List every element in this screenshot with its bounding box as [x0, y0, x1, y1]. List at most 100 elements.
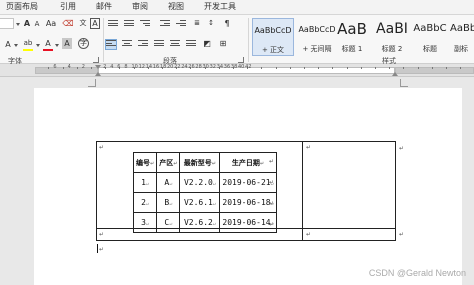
data-table[interactable]: 编号↵ 产区↵ 最新型号↵ 生产日期↵ 1↵ A↵ V2.2.0↵ 2019-0…: [132, 152, 277, 233]
ruler-tick: [76, 67, 78, 69]
style-normal[interactable]: AaBbCcD + 正文: [252, 18, 294, 56]
phonetic-guide-icon[interactable]: 文: [78, 18, 88, 29]
cell-end-mark: ↵: [212, 201, 216, 207]
header-text: 产区: [159, 158, 174, 167]
ruler-number: 6: [53, 64, 57, 70]
ruler-number: 38: [230, 64, 238, 70]
group-separator: [248, 18, 249, 62]
style-name: 标题 2: [381, 45, 403, 53]
table-cell[interactable]: V2.6.1↵: [179, 192, 221, 213]
style-heading-2[interactable]: AaBI 标题 2: [372, 18, 412, 56]
table-cell[interactable]: 3↵: [132, 212, 158, 233]
table-header-cell[interactable]: 最新型号↵: [179, 152, 221, 173]
numbering-icon[interactable]: [124, 20, 134, 29]
multilevel-list-icon[interactable]: [140, 20, 150, 29]
tab-mailings[interactable]: 邮件: [90, 0, 126, 14]
distributed-icon[interactable]: [170, 40, 180, 49]
highlight-button[interactable]: ab: [22, 38, 34, 49]
table-cell[interactable]: 2↵: [132, 192, 158, 213]
style-subtitle[interactable]: AaBbC 副标: [450, 18, 474, 56]
table-row: 1↵ A↵ V2.2.0↵ 2019-06-21↵: [132, 172, 277, 193]
bullets-icon[interactable]: [108, 20, 118, 29]
style-heading-1[interactable]: AaB 标题 1: [332, 18, 372, 56]
change-case-button[interactable]: Aa: [44, 18, 58, 29]
table-cell[interactable]: V2.6.2↵: [179, 212, 221, 233]
table-header-cell[interactable]: 生产日期↵: [219, 152, 277, 173]
paragraph-dialog-launcher-icon[interactable]: [238, 57, 244, 63]
clear-format-icon[interactable]: ⌫: [62, 18, 74, 29]
right-indent-marker[interactable]: [392, 72, 398, 76]
tab-view[interactable]: 视图: [162, 0, 198, 14]
table-cell[interactable]: B↵: [156, 192, 181, 213]
font-size-combo[interactable]: [0, 18, 14, 29]
enclose-characters-button[interactable]: 字: [78, 38, 89, 49]
first-line-indent-marker[interactable]: [95, 65, 101, 69]
table-cell[interactable]: A↵: [156, 172, 181, 193]
ruler-tick: [303, 67, 305, 69]
ruler-tick: [360, 67, 362, 69]
horizontal-ruler[interactable]: 6 4 2 2 4 6 8 10 12 14 16 18 20 22 24 26 28 30 32 34 36 38 40 4…: [0, 64, 474, 77]
table-header-cell[interactable]: 编号↵: [132, 152, 158, 173]
table-header-cell[interactable]: 产区↵: [156, 152, 181, 173]
sort-icon[interactable]: ↕: [206, 18, 216, 29]
cell-end-mark: ↵: [146, 221, 150, 227]
hanging-indent-marker[interactable]: [95, 72, 101, 76]
line-spacing-icon[interactable]: [186, 40, 196, 49]
font-color-dropdown-icon[interactable]: [55, 44, 59, 47]
grow-font-button[interactable]: A: [22, 18, 32, 29]
cell-end-mark: ↵: [169, 181, 173, 187]
shrink-font-button[interactable]: A: [33, 19, 41, 30]
table-cell[interactable]: 2019-06-14↵: [219, 212, 277, 233]
inner-row-end-mark: ↵: [269, 158, 275, 165]
tab-review[interactable]: 审阅: [126, 0, 162, 14]
increase-indent-icon[interactable]: [176, 20, 186, 29]
char-shading-button[interactable]: A: [62, 38, 72, 49]
cell-text: 2019-06-14: [222, 218, 271, 227]
borders-icon[interactable]: ⊞: [218, 38, 228, 49]
char-border-button[interactable]: A: [90, 18, 100, 29]
ribbon-tab-strip: 页面布局 引用 邮件 审阅 视图 开发工具: [0, 0, 474, 14]
text-effects-dropdown-icon[interactable]: [14, 44, 18, 47]
tab-developer[interactable]: 开发工具: [198, 0, 244, 14]
align-right-icon[interactable]: [138, 40, 148, 49]
ruler-number: 30: [202, 64, 209, 70]
ruler-number: 4: [110, 64, 114, 70]
font-size-dropdown-icon[interactable]: [16, 23, 20, 26]
highlight-dropdown-icon[interactable]: [36, 44, 40, 47]
cell-end-mark: ↵: [306, 144, 312, 151]
font-dialog-launcher-icon[interactable]: [93, 57, 99, 63]
tab-references[interactable]: 引用: [46, 0, 90, 14]
ruler-number: 28: [195, 64, 202, 70]
justify-icon[interactable]: [154, 40, 164, 49]
style-name: 标题: [423, 45, 437, 53]
table-cell[interactable]: 2019-06-21↵: [219, 172, 277, 193]
style-name: + 正文: [261, 46, 285, 54]
ruler-number: 14: [145, 64, 153, 70]
table-cell[interactable]: C↵: [156, 212, 181, 233]
table-cell[interactable]: 1↵: [132, 172, 158, 193]
tab-page-layout[interactable]: 页面布局: [0, 0, 46, 14]
align-center-icon[interactable]: [122, 40, 132, 49]
ruler-number: 20: [167, 64, 174, 70]
table-cell[interactable]: V2.2.0↵: [179, 172, 221, 193]
font-color-button[interactable]: A: [43, 38, 53, 49]
ruler-tick: [62, 67, 64, 69]
table-cell[interactable]: 2019-06-18↵: [219, 192, 277, 213]
decrease-indent-icon[interactable]: [160, 20, 170, 29]
style-preview: AaBbCcD: [254, 26, 292, 35]
ruler-number: 40: [238, 64, 245, 70]
ruler-number: 10: [131, 64, 138, 70]
ruler-tick: [318, 67, 320, 69]
cell-text: 2019-06-21: [222, 178, 271, 187]
align-left-icon[interactable]: [105, 39, 117, 50]
show-marks-icon[interactable]: ¶: [222, 18, 232, 29]
shading-icon[interactable]: ◩: [202, 38, 212, 49]
style-title[interactable]: AaBbC 标题: [410, 18, 450, 56]
cell-text: V2.2.0: [183, 178, 213, 187]
ruler-number: 4: [67, 64, 71, 70]
ruler-number: 36: [223, 64, 231, 70]
text-effects-icon[interactable]: A: [4, 39, 12, 50]
chinese-layout-icon[interactable]: ≣: [192, 18, 202, 29]
table-row: 3↵ C↵ V2.6.2↵ 2019-06-14↵: [132, 212, 277, 233]
table-row: 2↵ B↵ V2.6.1↵ 2019-06-18↵: [132, 192, 277, 213]
